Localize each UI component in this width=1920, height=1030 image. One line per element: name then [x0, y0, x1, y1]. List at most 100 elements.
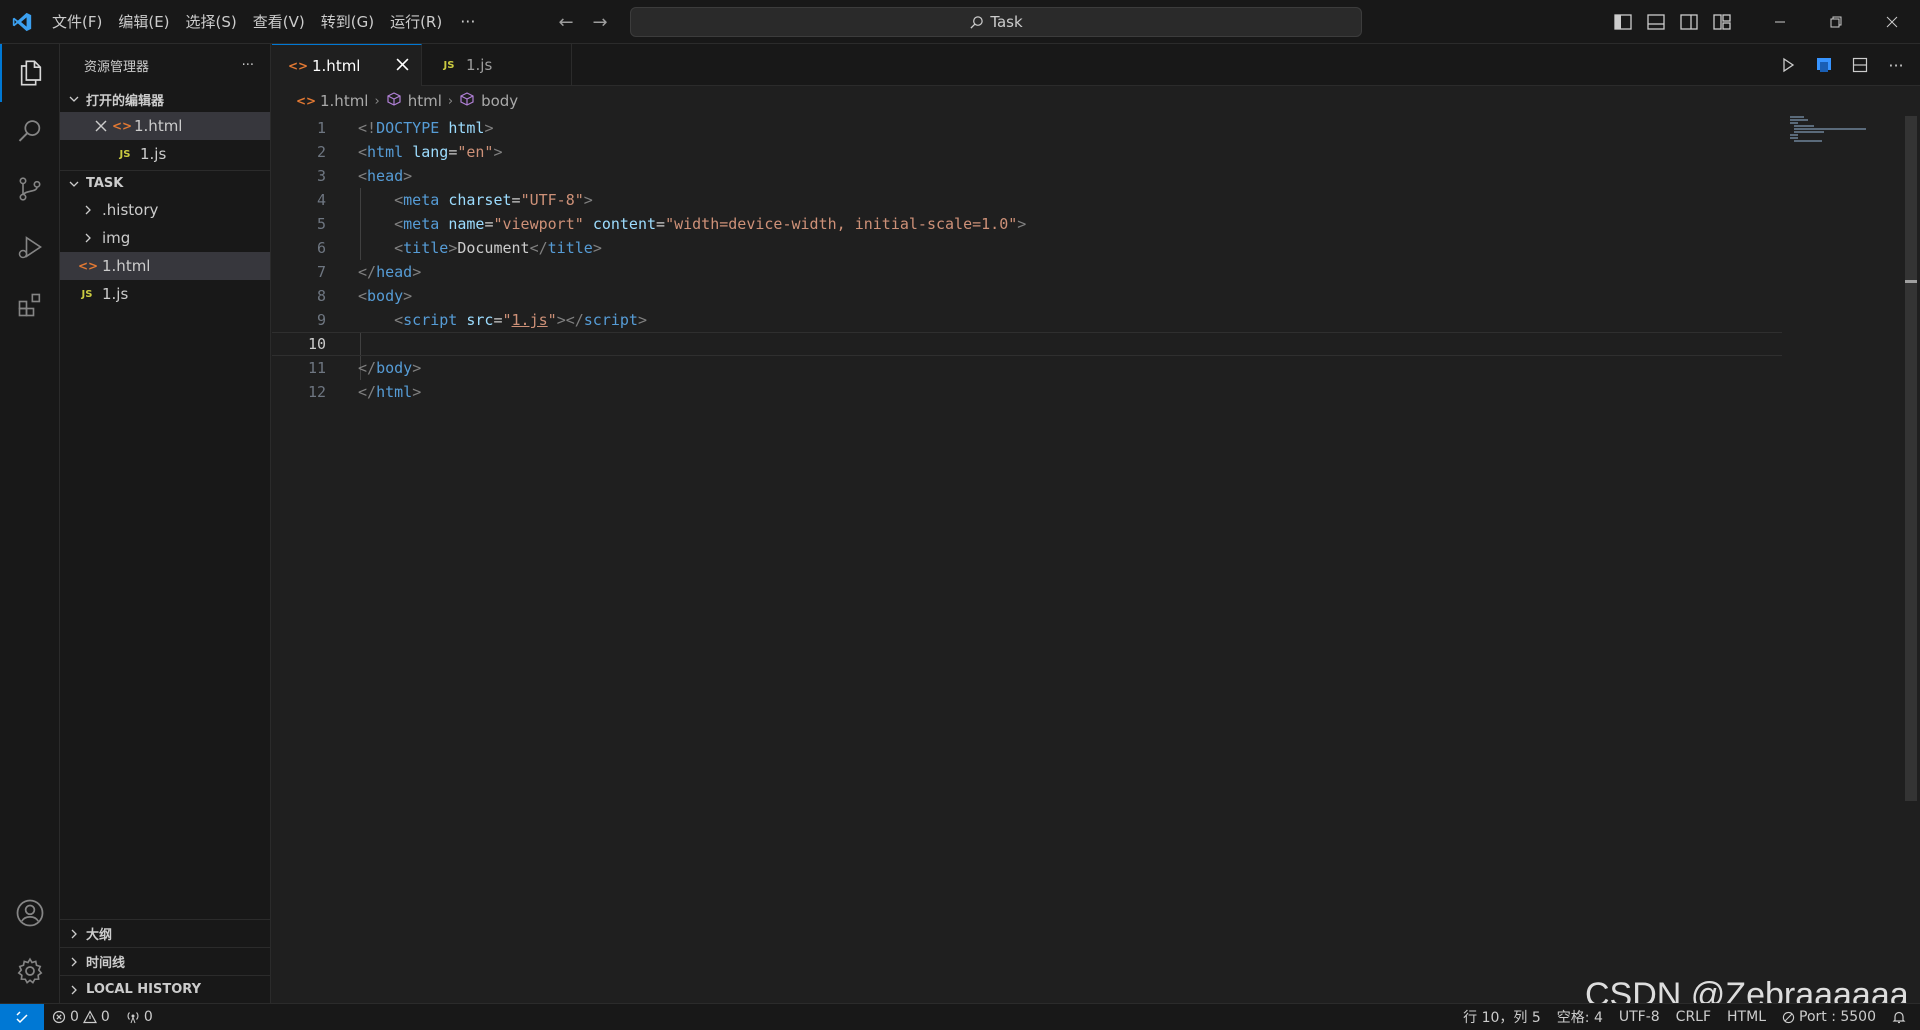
symbol-element-icon	[459, 91, 475, 111]
live-server-port[interactable]: Port : 5500	[1774, 1009, 1884, 1025]
outline-section[interactable]: 大纲	[60, 919, 270, 947]
no-entry-icon	[1782, 1011, 1795, 1023]
menu-go[interactable]: 转到(G)	[313, 0, 382, 44]
source-control-icon[interactable]	[0, 160, 60, 218]
error-count: 0	[70, 1009, 79, 1025]
menu-run[interactable]: 运行(R)	[382, 0, 450, 44]
section-title: 时间线	[86, 956, 126, 971]
tree-item-img-folder[interactable]: img	[60, 224, 270, 252]
open-editors-header[interactable]: 打开的编辑器	[60, 86, 270, 112]
explorer-more-button[interactable]: ···	[242, 58, 254, 73]
title-bar-controls	[1606, 0, 1920, 44]
encoding[interactable]: UTF-8	[1611, 1009, 1668, 1025]
code-text: <body>	[358, 287, 413, 305]
search-icon	[970, 15, 984, 29]
toggle-primary-sidebar-icon[interactable]	[1606, 0, 1639, 44]
timeline-section[interactable]: 时间线	[60, 947, 270, 975]
code-line[interactable]: 12 </html>	[272, 380, 1782, 404]
code-line[interactable]: 4 <meta charset="UTF-8">	[272, 188, 1782, 212]
extensions-icon[interactable]	[0, 276, 60, 334]
restore-icon[interactable]	[1808, 0, 1864, 44]
title-bar: 文件(F) 编辑(E) 选择(S) 查看(V) 转到(G) 运行(R) ··· …	[0, 0, 1920, 44]
open-editor-item-html[interactable]: <> 1.html	[60, 112, 270, 140]
line-number: 1	[316, 119, 326, 137]
back-arrow-icon[interactable]: ←	[556, 12, 576, 33]
tree-item-html-file[interactable]: <> 1.html	[60, 252, 270, 280]
cursor-position[interactable]: 行 10，列 5	[1455, 1007, 1549, 1027]
menu-view[interactable]: 查看(V)	[245, 0, 313, 44]
menu-edit[interactable]: 编辑(E)	[110, 0, 177, 44]
run-debug-icon[interactable]	[0, 218, 60, 276]
chevron-down-icon	[66, 176, 82, 192]
live-preview-icon[interactable]	[1808, 56, 1840, 74]
status-bar-right: 行 10，列 5 空格: 4 UTF-8 CRLF HTML Port : 55…	[1455, 1004, 1914, 1030]
tree-item-history-folder[interactable]: .history	[60, 196, 270, 224]
code-line[interactable]: 10	[272, 332, 1782, 356]
settings-gear-icon[interactable]	[0, 942, 60, 1000]
indentation[interactable]: 空格: 4	[1549, 1007, 1611, 1027]
code-text: <meta name="viewport" content="width=dev…	[394, 215, 1027, 233]
breadcrumb-file[interactable]: 1.html	[320, 92, 368, 110]
code-line[interactable]: 6 <title>Document</title>	[272, 236, 1782, 260]
breadcrumb-html[interactable]: html	[408, 92, 442, 110]
ports-indicator[interactable]: 0	[118, 1009, 161, 1025]
code-text: <head>	[358, 167, 413, 185]
html-file-icon: <>	[112, 119, 133, 133]
vertical-scrollbar[interactable]	[1905, 116, 1917, 801]
split-editor-icon[interactable]	[1844, 57, 1876, 73]
notifications-bell-icon[interactable]	[1884, 1010, 1914, 1024]
command-center-search[interactable]: Task	[630, 7, 1362, 37]
command-center-label: Task	[990, 13, 1023, 31]
remote-indicator-icon[interactable]	[0, 1004, 44, 1030]
tree-item-label: .history	[102, 201, 159, 219]
open-editor-item-js[interactable]: JS 1.js	[60, 140, 270, 168]
minimize-icon[interactable]	[1752, 0, 1808, 44]
code-line[interactable]: 2 <html lang="en">	[272, 140, 1782, 164]
toggle-panel-icon[interactable]	[1639, 0, 1672, 44]
explorer-icon[interactable]	[0, 44, 60, 102]
code-line[interactable]: 9 <script src="1.js"></script>	[272, 308, 1782, 332]
line-number: 9	[316, 311, 326, 329]
tab-html[interactable]: <> 1.html	[272, 44, 422, 86]
local-history-section[interactable]: LOCAL HISTORY	[60, 975, 270, 1003]
code-line[interactable]: 3 <head>	[272, 164, 1782, 188]
js-file-icon: JS	[81, 288, 93, 300]
folder-header-task[interactable]: TASK	[60, 170, 270, 196]
code-line[interactable]: 11 </body>	[272, 356, 1782, 380]
line-number: 3	[316, 167, 326, 185]
problems-indicator[interactable]: 0 0	[44, 1009, 118, 1025]
code-editor[interactable]: 1 <!DOCTYPE html> 2 <html lang="en"> 3 <head>…	[272, 116, 1902, 1003]
more-actions-icon[interactable]: ···	[1880, 56, 1912, 75]
menu-selection[interactable]: 选择(S)	[178, 0, 245, 44]
code-line[interactable]: 7 </head>	[272, 260, 1782, 284]
accounts-icon[interactable]	[0, 884, 60, 942]
code-text: </html>	[358, 383, 422, 401]
close-tab-icon[interactable]	[396, 56, 409, 75]
tree-item-js-file[interactable]: JS 1.js	[60, 280, 270, 308]
tab-js[interactable]: JS 1.js	[422, 44, 572, 86]
open-editors-title: 打开的编辑器	[86, 93, 165, 109]
section-title: LOCAL HISTORY	[86, 982, 201, 997]
breadcrumb-body[interactable]: body	[481, 92, 518, 110]
close-window-icon[interactable]	[1864, 0, 1920, 44]
minimap[interactable]	[1790, 116, 1880, 156]
menu-file[interactable]: 文件(F)	[44, 0, 110, 44]
chevron-down-icon	[66, 91, 82, 107]
forward-arrow-icon[interactable]: →	[590, 12, 610, 33]
port-label: Port : 5500	[1799, 1009, 1876, 1025]
end-of-line[interactable]: CRLF	[1668, 1009, 1719, 1025]
menu-more-button[interactable]: ···	[450, 12, 485, 31]
code-line[interactable]: 5 <meta name="viewport" content="width=d…	[272, 212, 1782, 236]
toggle-secondary-sidebar-icon[interactable]	[1672, 0, 1705, 44]
search-activity-icon[interactable]	[0, 102, 60, 160]
warning-count: 0	[100, 1009, 110, 1025]
run-icon[interactable]	[1772, 57, 1804, 73]
close-icon[interactable]	[92, 120, 110, 132]
customize-layout-icon[interactable]	[1705, 0, 1738, 44]
code-line[interactable]: 1 <!DOCTYPE html>	[272, 116, 1782, 140]
code-line[interactable]: 8 <body>	[272, 284, 1782, 308]
editor-tabs: <> 1.html JS 1.js ···	[272, 44, 1920, 86]
explorer-header: 资源管理器 ···	[60, 44, 270, 86]
language-mode[interactable]: HTML	[1719, 1009, 1774, 1025]
scrollbar-cursor-marker	[1905, 280, 1917, 283]
